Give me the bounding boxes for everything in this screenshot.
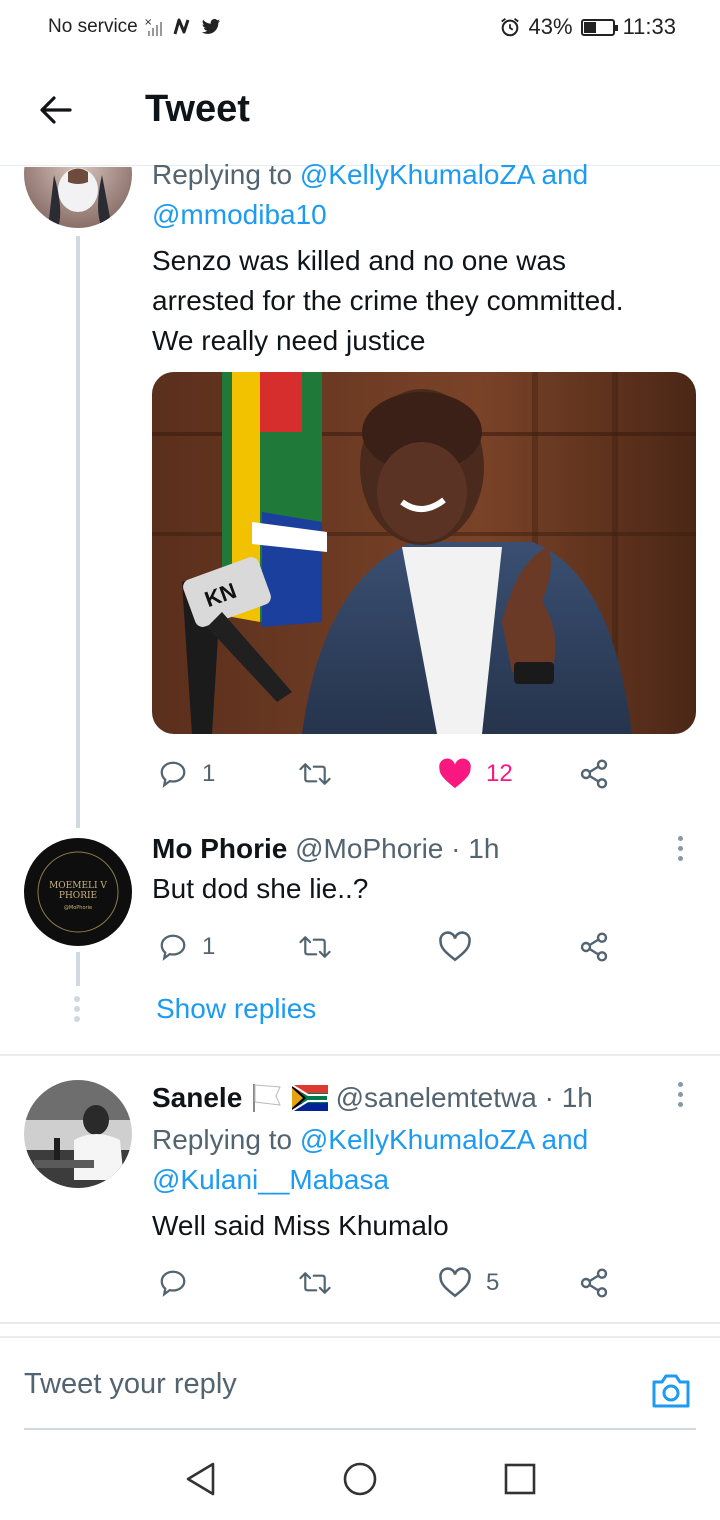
status-bar: No service × 43% 11:33 (0, 0, 720, 56)
reply-count: 1 (202, 760, 216, 787)
retweet-icon (299, 1272, 331, 1294)
retweet-button[interactable] (298, 754, 332, 794)
more-options-icon[interactable] (674, 1082, 686, 1112)
reply-button[interactable]: 1 (158, 927, 215, 967)
tweet-line: Senzo was killed and no one was (152, 245, 567, 276)
share-button[interactable] (578, 1263, 610, 1303)
retweet-button[interactable] (298, 1263, 332, 1303)
clock: 11:33 (622, 14, 676, 39)
like-button[interactable]: 12 (438, 754, 513, 794)
mention-link[interactable]: @mmodiba10 (152, 199, 327, 230)
avatar-text-2: PHORIE (59, 891, 97, 901)
more-options-icon[interactable] (674, 836, 686, 866)
replying-and[interactable]: and (542, 1124, 589, 1155)
user-handle[interactable]: @MoPhorie (295, 833, 443, 864)
replying-prefix: Replying to (152, 1124, 293, 1155)
tweet-header: Tweet (0, 62, 720, 166)
retweet-icon (299, 936, 331, 958)
south-africa-flag-icon (291, 1084, 329, 1112)
reply-icon (160, 934, 186, 961)
avatar[interactable]: MOEMELI V PHORIE @MoPhorie (24, 838, 132, 946)
share-icon (580, 759, 608, 789)
avatar-text-1: MOEMELI V (49, 881, 107, 891)
camera-icon[interactable] (650, 1372, 692, 1410)
tweet-meta: Mo Phorie @MoPhorie · 1h (152, 829, 672, 869)
tweet-time: · 1h (451, 833, 500, 864)
nav-recents-icon[interactable] (504, 1463, 536, 1495)
reply-button[interactable] (158, 1263, 188, 1303)
reply-icon (160, 761, 186, 788)
tweet-body: But dod she lie..? (152, 873, 369, 904)
reply-count: 1 (202, 933, 216, 960)
tweet-line: We really need justice (152, 325, 426, 356)
heart-outline-icon (439, 931, 471, 962)
replying-and[interactable]: and (542, 159, 589, 190)
tweet-actions: 1 (152, 927, 622, 967)
tweet-actions: 5 (152, 1263, 622, 1303)
nav-back-icon[interactable] (183, 1461, 217, 1497)
retweet-button[interactable] (298, 927, 332, 967)
back-arrow-icon[interactable] (36, 90, 76, 130)
reply-icon (160, 1270, 186, 1297)
avatar[interactable] (24, 1080, 132, 1188)
like-button[interactable] (438, 927, 472, 967)
share-button[interactable] (578, 927, 610, 967)
divider (0, 1054, 720, 1056)
mention-link[interactable]: @Kulani__Mabasa (152, 1164, 389, 1195)
reply-composer[interactable]: Tweet your reply (0, 1338, 720, 1430)
heart-filled-icon (439, 758, 471, 789)
signal-icon: × (144, 17, 162, 36)
tweet-time: · 1h (544, 1082, 593, 1113)
mention-link[interactable]: @KellyKhumaloZA (300, 1124, 534, 1155)
reply-underline (24, 1428, 696, 1430)
battery-percent: 43% (528, 14, 573, 39)
share-icon (580, 932, 608, 962)
nav-home-icon[interactable] (342, 1461, 378, 1497)
alarm-icon (500, 18, 519, 37)
user-name[interactable]: Mo Phorie (152, 833, 287, 864)
tweet-actions: 1 12 (152, 754, 622, 794)
replying-prefix: Replying to (152, 159, 293, 190)
thread-dots (74, 996, 82, 1022)
user-handle[interactable]: @sanelemtetwa (336, 1082, 537, 1113)
share-icon (580, 1268, 608, 1298)
like-count: 12 (486, 760, 513, 787)
status-right: 43% 11:33 (499, 14, 676, 40)
mention-link[interactable]: @KellyKhumaloZA (300, 159, 534, 190)
svg-text:×: × (144, 17, 152, 28)
avatar-text-3: @MoPhorie (64, 905, 92, 911)
share-button[interactable] (578, 754, 610, 794)
tweet-body: Senzo was killed and no one was arrested… (152, 241, 712, 361)
carrier-label: No service (48, 16, 138, 37)
divider (0, 1322, 720, 1324)
white-flag-icon (253, 1084, 281, 1112)
tweet-line: arrested for the crime they committed. (152, 285, 624, 316)
retweet-icon (299, 763, 331, 785)
replying-to: Replying to @KellyKhumaloZA and @Kulani_… (152, 1120, 712, 1200)
twitter-notification-icon (201, 19, 220, 34)
thread-line (76, 952, 80, 986)
tweet-meta: Sanele @sanelemtetwa · 1h (152, 1078, 672, 1118)
like-button[interactable]: 5 (438, 1263, 499, 1303)
heart-outline-icon (439, 1267, 471, 1298)
reply-input[interactable]: Tweet your reply (24, 1368, 237, 1401)
battery-icon (580, 18, 618, 36)
system-nav-bar (0, 1432, 720, 1520)
thread-line (76, 236, 80, 828)
replying-to: Replying to @KellyKhumaloZA and @mmodiba… (152, 155, 712, 235)
nfc-icon (173, 18, 190, 35)
show-replies-link[interactable]: Show replies (156, 989, 316, 1029)
page-title: Tweet (145, 88, 250, 130)
tweet-body: Well said Miss Khumalo (152, 1210, 449, 1241)
tweet-photo[interactable]: KN (152, 372, 696, 734)
reply-button[interactable]: 1 (158, 754, 215, 794)
user-name[interactable]: Sanele (152, 1082, 242, 1113)
status-left: No service × (48, 16, 222, 38)
like-count: 5 (486, 1269, 500, 1296)
